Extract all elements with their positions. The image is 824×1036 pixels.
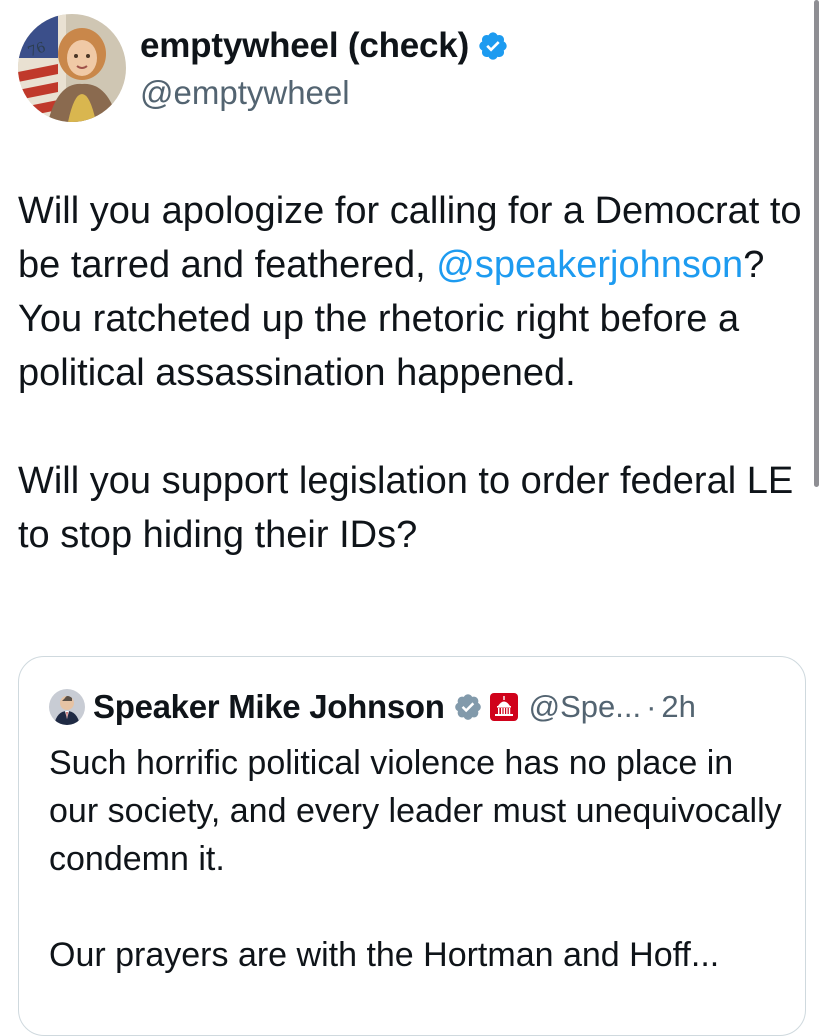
- quoted-author-avatar[interactable]: [49, 689, 85, 725]
- quoted-author-name[interactable]: Speaker Mike Johnson: [93, 688, 445, 726]
- quoted-tweet-header: Speaker Mike Johnson @Spe... · 2h: [49, 688, 696, 726]
- quoted-tweet-card[interactable]: Speaker Mike Johnson @Spe... · 2h Such h…: [18, 656, 806, 1036]
- author-avatar[interactable]: 76: [18, 14, 126, 122]
- scrollbar-thumb[interactable]: [814, 0, 819, 487]
- quoted-tweet-text: Such horrific political violence has no …: [49, 739, 789, 979]
- tweet-paragraph-2: Will you support legislation to order fe…: [18, 460, 794, 556]
- verified-badge-icon: [477, 30, 509, 62]
- tweet-paragraph-1: Will you apologize for calling for a Dem…: [18, 190, 802, 394]
- author-name-text: emptywheel (check): [140, 26, 470, 65]
- quoted-paragraph-2: Our prayers are with the Hortman and Hof…: [49, 936, 720, 974]
- quoted-author-handle[interactable]: @Spe...: [529, 689, 641, 725]
- author-handle[interactable]: @emptywheel: [140, 74, 350, 112]
- author-display-name[interactable]: emptywheel (check): [140, 26, 509, 66]
- capitol-affiliation-icon[interactable]: [489, 692, 519, 722]
- portrait-avatar-icon: [18, 14, 126, 122]
- quoted-tweet-timestamp[interactable]: 2h: [661, 689, 695, 725]
- gray-verified-badge-icon: [453, 692, 483, 722]
- mention-link[interactable]: @speakerjohnson: [436, 244, 743, 286]
- tweet-text: Will you apologize for calling for a Dem…: [18, 184, 808, 562]
- person-avatar-icon: [49, 689, 85, 725]
- quoted-paragraph-1: Such horrific political violence has no …: [49, 744, 782, 878]
- header-separator: ·: [646, 689, 657, 724]
